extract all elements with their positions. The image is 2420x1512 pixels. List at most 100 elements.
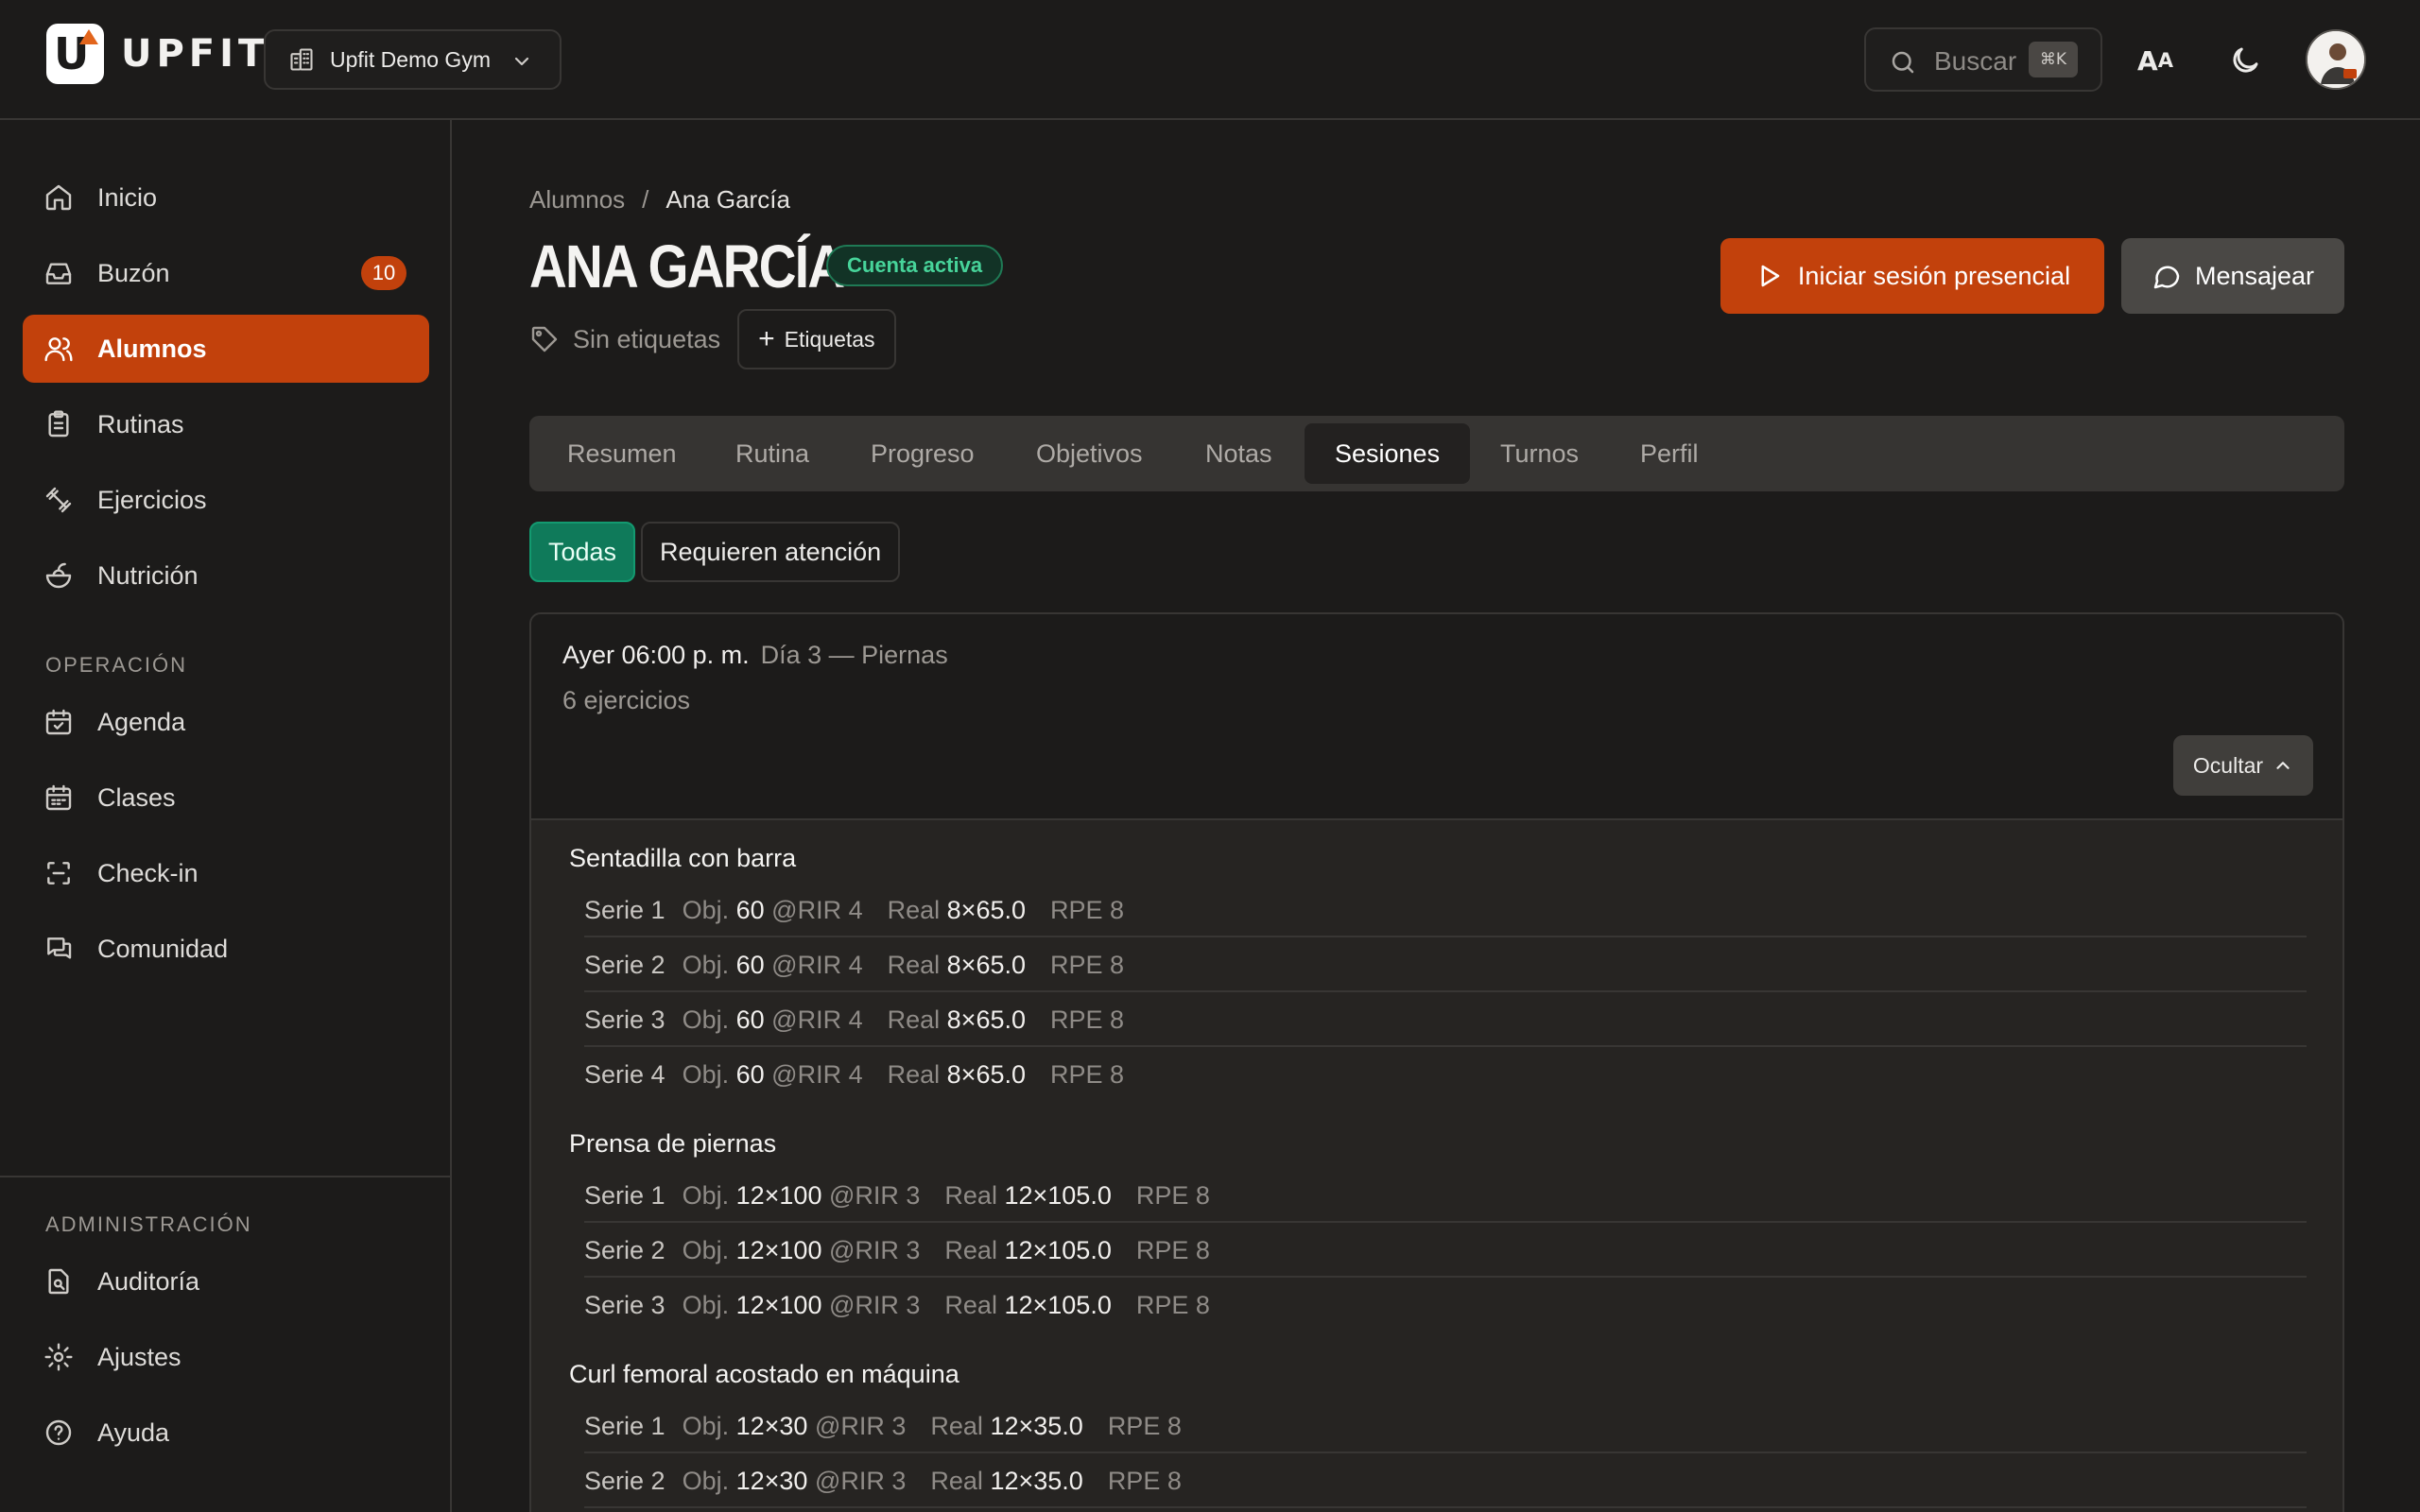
obj-value: 12×100 <box>735 1291 822 1319</box>
upfit-logo[interactable]: U <box>46 24 104 84</box>
sidebar-item-buzon[interactable]: Buzón 10 <box>23 239 429 307</box>
sidebar-item-label: Ajustes <box>97 1342 182 1371</box>
building-icon <box>290 48 313 71</box>
sidebar-item-check-in[interactable]: Check-in <box>23 839 429 907</box>
rpe-value: RPE 8 <box>1135 1181 1210 1210</box>
calendar-icon <box>45 784 72 811</box>
obj-value: 12×100 <box>735 1181 822 1210</box>
rir-value: @RIR 4 <box>771 1005 863 1034</box>
gym-selector[interactable]: Upfit Demo Gym <box>264 29 562 90</box>
set-row: Serie 3 Obj. 60 @RIR 4 Real 8×65.0 RPE 8 <box>584 992 2307 1047</box>
tab-sesiones[interactable]: Sesiones <box>1305 423 1471 484</box>
breadcrumb-separator: / <box>642 185 649 214</box>
inbox-icon <box>45 263 72 284</box>
exercise-count: 6 ejercicios <box>562 686 691 714</box>
sidebar-item-rutinas[interactable]: Rutinas <box>23 390 429 458</box>
sidebar-item-ayuda[interactable]: Ayuda <box>23 1399 429 1467</box>
set-label: Serie 1 <box>584 1181 666 1210</box>
set-row: Serie 2 Obj. 60 @RIR 4 Real 8×65.0 RPE 8 <box>584 937 2307 992</box>
set-row: Serie 2 Obj. 12×30 @RIR 3 Real 12×35.0 RPE … <box>584 1453 2307 1508</box>
calendar-check-icon <box>45 709 72 735</box>
sidebar-item-clases[interactable]: Clases <box>23 764 429 832</box>
tab-objetivos[interactable]: Objetivos <box>1036 423 1143 484</box>
hide-details-button[interactable]: Ocultar <box>2173 735 2313 796</box>
filter-todas[interactable]: Todas <box>529 522 636 582</box>
rir-value: @RIR 3 <box>814 1467 907 1495</box>
section-label-administracion: ADMINISTRACIÓN <box>45 1212 252 1236</box>
search-shortcut: ⌘K <box>2029 42 2078 77</box>
breadcrumb: Alumnos / Ana García <box>529 185 790 215</box>
rpe-value: RPE 8 <box>1107 1467 1182 1495</box>
real-value: 12×35.0 <box>990 1467 1083 1495</box>
set-row: Serie 1 Obj. 60 @RIR 4 Real 8×65.0 RPE 8 <box>584 883 2307 937</box>
rir-value: @RIR 4 <box>771 896 863 924</box>
set-label: Serie 1 <box>584 896 666 924</box>
tab-perfil[interactable]: Perfil <box>1640 423 1699 484</box>
avatar[interactable] <box>2306 29 2366 90</box>
profile-tabs: Resumen Rutina Progreso Objetivos Notas … <box>529 416 2344 491</box>
sidebar: Inicio Buzón 10 Alumnos Rutinas Ejercici… <box>0 120 452 1512</box>
section-label-operacion: OPERACIÓN <box>45 653 188 677</box>
page-title: ANA GARCÍA <box>529 232 845 301</box>
sidebar-item-ejercicios[interactable]: Ejercicios <box>23 466 429 534</box>
set-label: Serie 3 <box>584 1005 666 1034</box>
user-avatar-illustration <box>2308 31 2364 88</box>
rpe-value: RPE 8 <box>1135 1236 1210 1264</box>
dumbbell-icon <box>45 487 72 513</box>
sidebar-item-label: Inicio <box>97 182 158 212</box>
obj-value: 60 <box>735 1060 765 1089</box>
sidebar-item-inicio[interactable]: Inicio <box>23 163 429 232</box>
search-input[interactable]: Buscar ⌘K <box>1864 27 2102 92</box>
obj-label: Obj. <box>682 1467 730 1495</box>
obj-label: Obj. <box>682 896 730 924</box>
set-row: Serie 4 Obj. 60 @RIR 4 Real 8×65.0 RPE 8 <box>584 1047 2307 1102</box>
sidebar-item-comunidad[interactable]: Comunidad <box>23 915 429 983</box>
filter-requieren-atencion[interactable]: Requieren atención <box>641 522 901 582</box>
real-label: Real <box>930 1467 983 1495</box>
rpe-value: RPE 8 <box>1050 1005 1125 1034</box>
users-icon <box>44 337 73 362</box>
sidebar-item-alumnos[interactable]: Alumnos <box>23 315 429 383</box>
sidebar-item-nutricion[interactable]: Nutrición <box>23 541 429 610</box>
sidebar-item-ajustes[interactable]: Ajustes <box>23 1323 429 1391</box>
tab-progreso[interactable]: Progreso <box>871 423 975 484</box>
exercise-name: Sentadilla con barra <box>569 844 797 872</box>
real-label: Real <box>887 896 941 924</box>
rir-value: @RIR 3 <box>814 1412 907 1440</box>
breadcrumb-current: Ana García <box>666 185 790 214</box>
sidebar-item-label: Clases <box>97 782 176 812</box>
sidebar-item-label: Buzón <box>97 258 170 287</box>
real-value: 8×65.0 <box>946 1005 1026 1034</box>
tag-icon <box>531 326 558 352</box>
start-session-button[interactable]: Iniciar sesión presencial <box>1720 238 2104 314</box>
tab-resumen[interactable]: Resumen <box>567 423 677 484</box>
message-label: Mensajear <box>2194 261 2315 290</box>
sidebar-item-label: Nutrición <box>97 560 199 590</box>
tab-rutina[interactable]: Rutina <box>735 423 809 484</box>
add-tags-label: Etiquetas <box>784 326 875 352</box>
scan-icon <box>47 862 70 885</box>
tab-turnos[interactable]: Turnos <box>1500 423 1579 484</box>
chat-icon <box>47 937 72 959</box>
font-size-button[interactable]: AA <box>2129 34 2182 87</box>
real-label: Real <box>944 1236 997 1264</box>
rir-value: @RIR 4 <box>771 1060 863 1089</box>
session-card: Ayer 06:00 p. m. Día 3 — Piernas 6 ejerci… <box>529 612 2344 1512</box>
tags-row: Sin etiquetas + Etiquetas <box>529 308 896 370</box>
rir-value: @RIR 4 <box>771 951 863 979</box>
breadcrumb-parent[interactable]: Alumnos <box>529 185 625 214</box>
gym-name: Upfit Demo Gym <box>330 46 491 72</box>
audit-icon <box>48 1268 69 1295</box>
real-label: Real <box>887 1060 941 1089</box>
obj-value: 60 <box>735 896 765 924</box>
set-label: Serie 1 <box>584 1412 666 1440</box>
message-button[interactable]: Mensajear <box>2121 238 2344 314</box>
set-label: Serie 2 <box>584 951 666 979</box>
sidebar-item-agenda[interactable]: Agenda <box>23 688 429 756</box>
tab-notas[interactable]: Notas <box>1205 423 1272 484</box>
sidebar-item-label: Auditoría <box>97 1266 200 1296</box>
theme-toggle-button[interactable] <box>2219 34 2272 87</box>
rir-value: @RIR 3 <box>828 1181 921 1210</box>
add-tags-button[interactable]: + Etiquetas <box>737 309 896 369</box>
sidebar-item-auditoria[interactable]: Auditoría <box>23 1247 429 1315</box>
